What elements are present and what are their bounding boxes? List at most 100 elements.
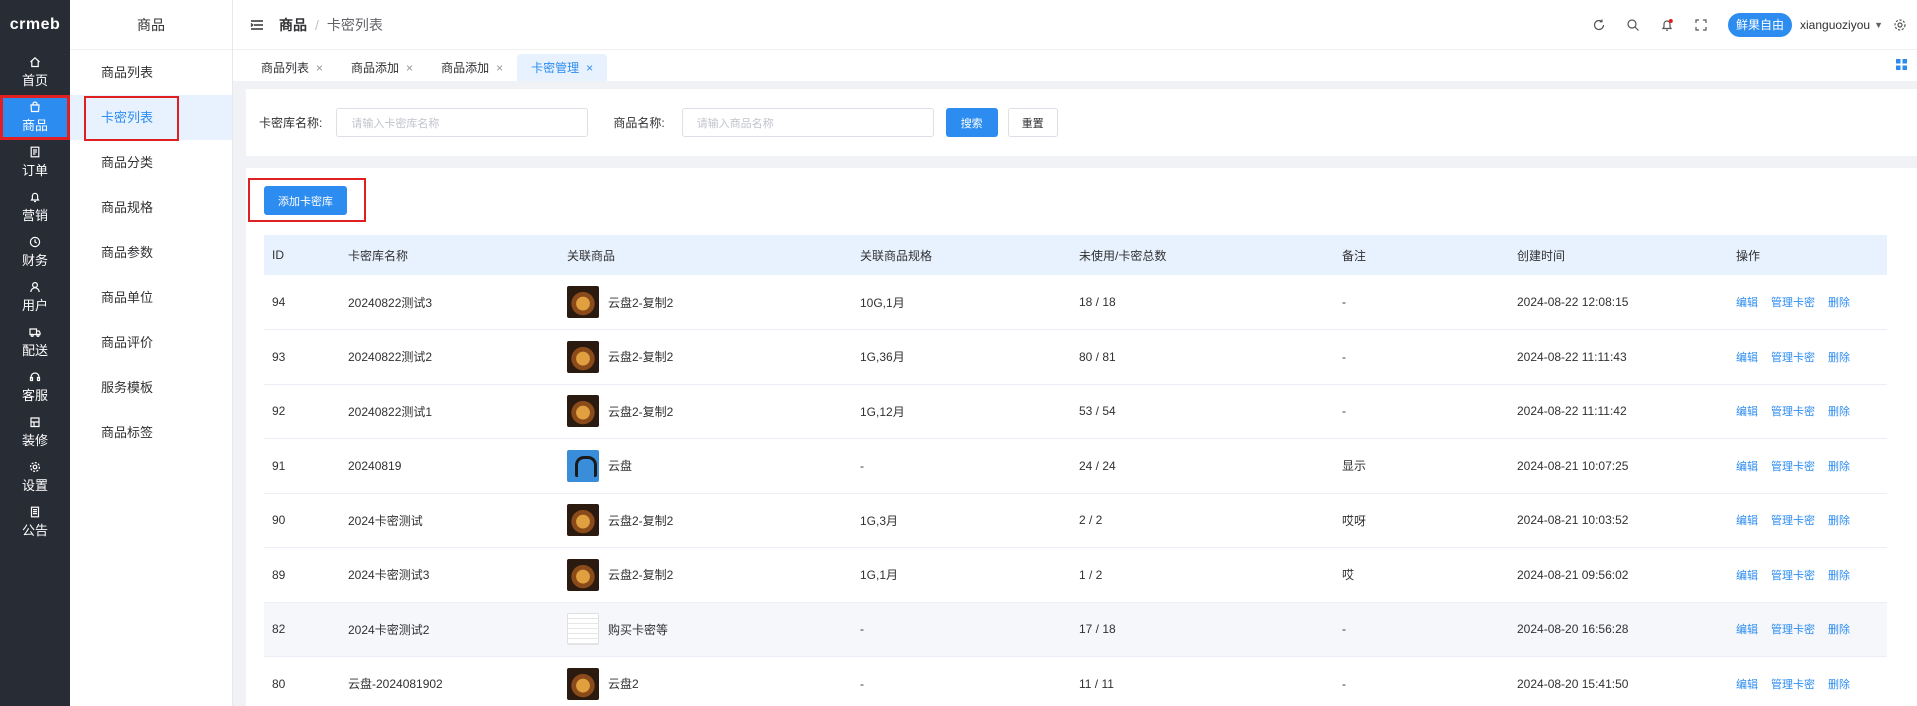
- fullscreen-icon[interactable]: [1694, 18, 1708, 32]
- submenu-item-card-list[interactable]: 卡密列表: [70, 95, 232, 141]
- manage-cards-link[interactable]: 管理卡密: [1771, 461, 1815, 473]
- edit-link[interactable]: 编辑: [1736, 297, 1758, 309]
- tab-product-list[interactable]: 商品列表 ×: [247, 54, 337, 81]
- close-icon[interactable]: ×: [586, 61, 593, 75]
- manage-cards-link[interactable]: 管理卡密: [1771, 406, 1815, 418]
- menu-toggle-icon[interactable]: [249, 17, 265, 33]
- add-card-library-button[interactable]: 添加卡密库: [264, 186, 347, 215]
- avatar[interactable]: 鲜果自由: [1728, 12, 1793, 37]
- product-name-input[interactable]: 请输入商品名称: [681, 108, 934, 137]
- product-thumbnail[interactable]: [567, 449, 599, 482]
- product-submenu: 商品 商品列表 卡密列表 商品分类 商品规格 商品参数 商品单位 商品评价 服务…: [70, 0, 233, 706]
- edit-link[interactable]: 编辑: [1736, 679, 1758, 691]
- reset-button[interactable]: 重置: [1007, 108, 1058, 137]
- submenu-title: 商品: [70, 0, 232, 50]
- product-thumbnail[interactable]: [567, 286, 599, 318]
- refresh-icon[interactable]: [1592, 18, 1606, 32]
- edit-link[interactable]: 编辑: [1736, 352, 1758, 364]
- submenu-item-reviews[interactable]: 商品评价: [70, 320, 232, 365]
- table-row: 90 2024卡密测试 云盘2-复制2 1G,3月 2 / 2 哎呀 2024-08-21 …: [264, 493, 1887, 548]
- chevron-down-icon[interactable]: ▼: [1874, 20, 1883, 30]
- delete-link[interactable]: 删除: [1828, 352, 1850, 364]
- search-button[interactable]: 搜索: [945, 108, 998, 137]
- breadcrumb-current: 卡密列表: [326, 16, 383, 33]
- nav-marketing[interactable]: 营销: [0, 185, 70, 230]
- finance-icon: [29, 236, 41, 248]
- nav-user[interactable]: 用户: [0, 275, 70, 320]
- notification-icon[interactable]: [1660, 18, 1674, 32]
- product-name: 云盘2-复制2: [608, 404, 674, 419]
- cell-product: 云盘: [559, 438, 852, 494]
- cell-count: 24 / 24: [1071, 438, 1334, 494]
- cell-spec: 10G,1月: [852, 275, 1071, 330]
- tab-product-add-2[interactable]: 商品添加 ×: [427, 54, 517, 81]
- edit-link[interactable]: 编辑: [1736, 515, 1758, 527]
- close-icon[interactable]: ×: [316, 61, 323, 75]
- manage-cards-link[interactable]: 管理卡密: [1771, 570, 1815, 582]
- manage-cards-link[interactable]: 管理卡密: [1771, 515, 1815, 527]
- product-thumbnail[interactable]: [567, 613, 599, 646]
- card-lib-name-input[interactable]: 请输入卡密库名称: [336, 108, 589, 137]
- delete-link[interactable]: 删除: [1828, 461, 1850, 473]
- cell-id: 82: [264, 602, 340, 657]
- submenu-item-unit[interactable]: 商品单位: [70, 275, 232, 320]
- manage-cards-link[interactable]: 管理卡密: [1771, 624, 1815, 636]
- breadcrumb-item[interactable]: 商品: [279, 15, 307, 35]
- manage-cards-link[interactable]: 管理卡密: [1771, 297, 1815, 309]
- tab-label: 卡密管理: [531, 61, 580, 75]
- delete-link[interactable]: 删除: [1828, 570, 1850, 582]
- delete-link[interactable]: 删除: [1828, 515, 1850, 527]
- edit-link[interactable]: 编辑: [1736, 624, 1758, 636]
- nav-settings[interactable]: 设置: [0, 455, 70, 500]
- edit-link[interactable]: 编辑: [1736, 570, 1758, 582]
- close-icon[interactable]: ×: [406, 61, 413, 75]
- tab-card-manage[interactable]: 卡密管理 ×: [517, 54, 608, 81]
- product-thumbnail[interactable]: [567, 558, 599, 591]
- nav-order[interactable]: 订单: [0, 140, 70, 185]
- delete-link[interactable]: 删除: [1828, 679, 1850, 691]
- product-thumbnail[interactable]: [567, 340, 599, 373]
- delete-link[interactable]: 删除: [1828, 406, 1850, 418]
- nav-finance[interactable]: 财务: [0, 230, 70, 275]
- nav-decorate[interactable]: 装修: [0, 410, 70, 455]
- decorate-icon: [30, 417, 40, 428]
- product-cell: 云盘2-复制2: [567, 558, 852, 591]
- submenu-item-category[interactable]: 商品分类: [70, 140, 232, 185]
- search-icon[interactable]: [1626, 18, 1640, 32]
- submenu-item-product-list[interactable]: 商品列表: [70, 50, 232, 95]
- tab-product-add[interactable]: 商品添加 ×: [337, 54, 427, 81]
- cell-created-time: 2024-08-22 11:11:42: [1509, 384, 1728, 439]
- close-icon[interactable]: ×: [496, 61, 503, 75]
- grid-icon[interactable]: [1896, 59, 1907, 70]
- nav-service[interactable]: 客服: [0, 365, 70, 410]
- product-thumbnail[interactable]: [567, 504, 599, 537]
- cell-id: 89: [264, 547, 340, 603]
- product-thumbnail[interactable]: [567, 667, 599, 700]
- nav-product[interactable]: 商品: [0, 95, 70, 140]
- nav-notice[interactable]: 公告: [0, 500, 70, 545]
- product-name-label: 商品名称:: [613, 116, 665, 130]
- cell-id: 94: [264, 275, 340, 330]
- top-header: 商品 / 卡密列表 鲜果自由 xianguoziyou ▼: [233, 0, 1917, 50]
- delete-link[interactable]: 删除: [1828, 624, 1850, 636]
- gear-icon[interactable]: [1893, 18, 1907, 32]
- cell-remark: -: [1334, 275, 1509, 330]
- manage-cards-link[interactable]: 管理卡密: [1771, 352, 1815, 364]
- nav-home[interactable]: 首页: [0, 50, 70, 95]
- product-thumbnail[interactable]: [567, 395, 599, 428]
- username[interactable]: xianguoziyou: [1800, 18, 1870, 32]
- cell-spec: -: [852, 656, 1071, 706]
- cell-id: 80: [264, 656, 340, 706]
- submenu-item-spec[interactable]: 商品规格: [70, 185, 232, 230]
- edit-link[interactable]: 编辑: [1736, 406, 1758, 418]
- submenu-item-tags[interactable]: 商品标签: [70, 410, 232, 455]
- delete-link[interactable]: 删除: [1828, 297, 1850, 309]
- edit-link[interactable]: 编辑: [1736, 461, 1758, 473]
- headset-icon: [29, 372, 41, 382]
- manage-cards-link[interactable]: 管理卡密: [1771, 679, 1815, 691]
- nav-delivery[interactable]: 配送: [0, 320, 70, 365]
- cell-created-time: 2024-08-20 15:41:50: [1509, 656, 1728, 706]
- submenu-item-service-template[interactable]: 服务模板: [70, 365, 232, 410]
- submenu-item-params[interactable]: 商品参数: [70, 230, 232, 275]
- nav-marketing-label: 营销: [21, 208, 48, 223]
